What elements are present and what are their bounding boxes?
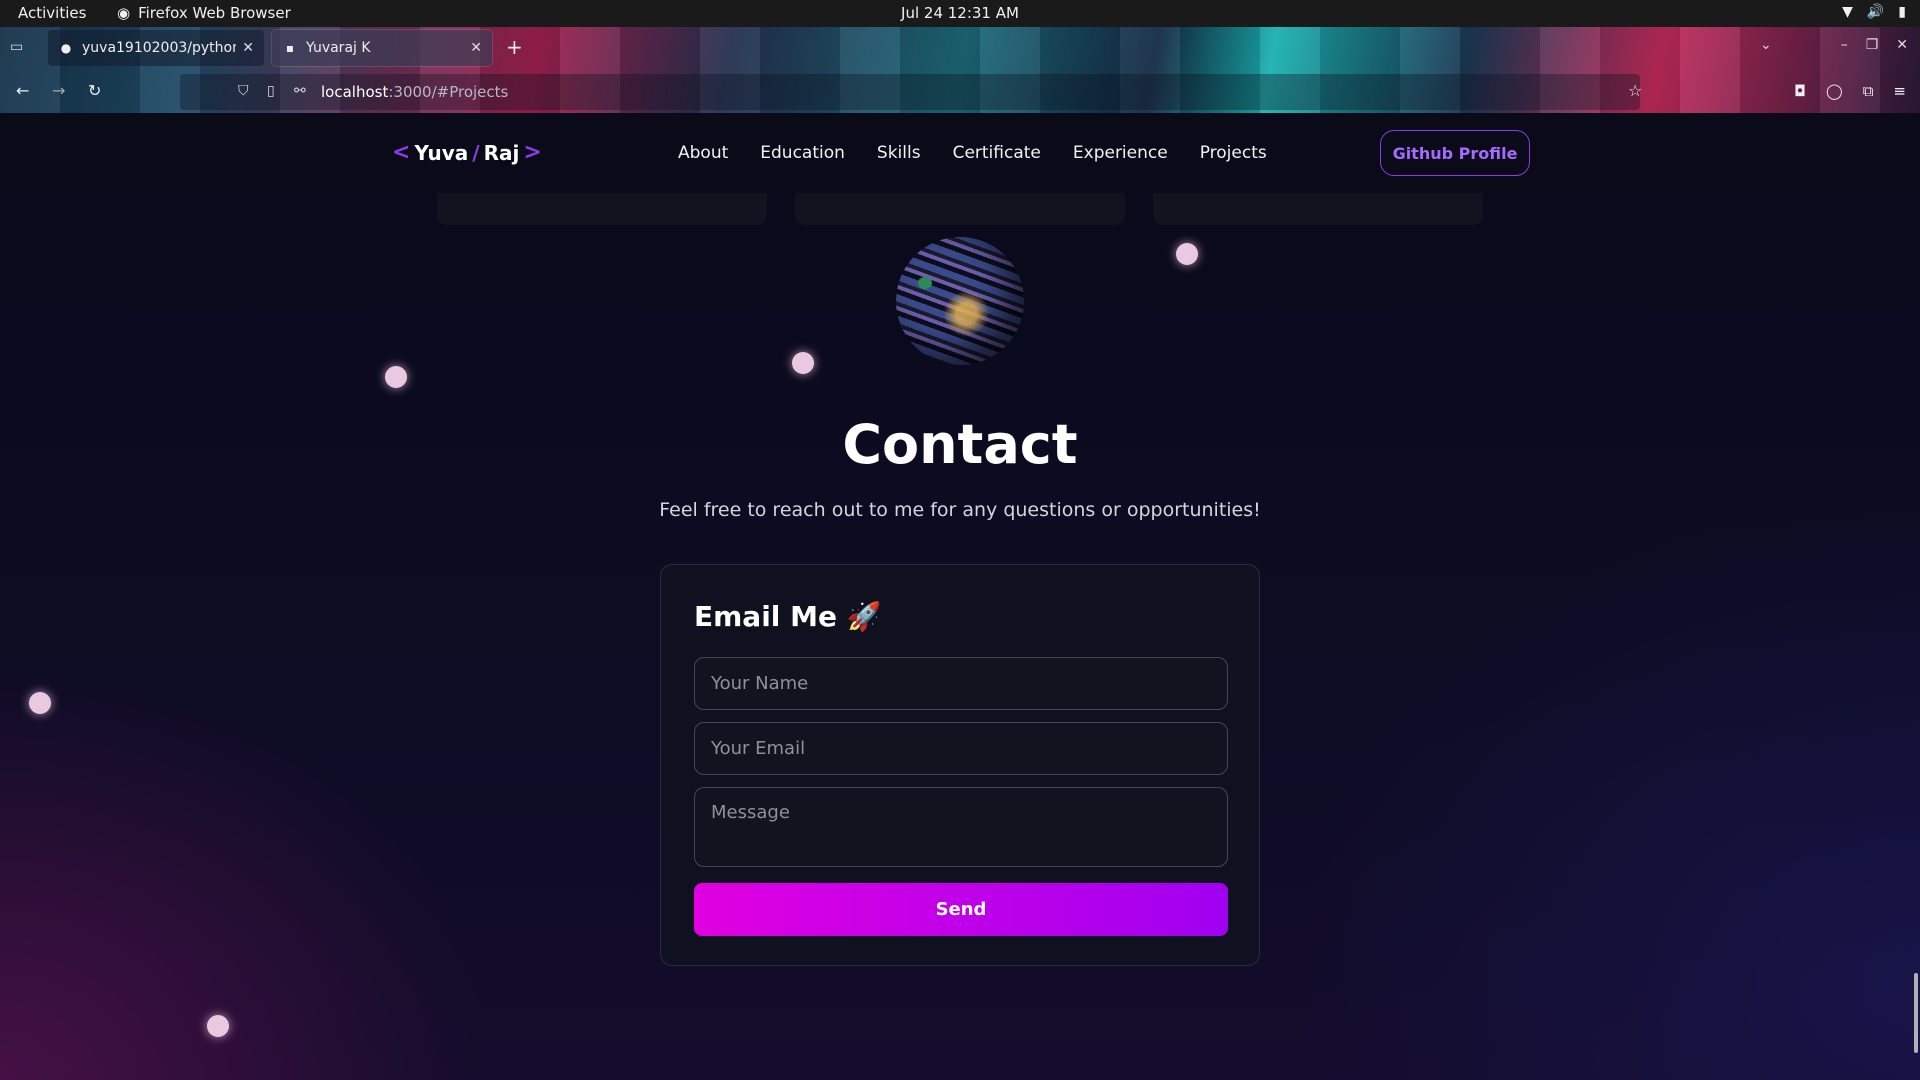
nav-link-certificate[interactable]: Certificate	[953, 143, 1041, 163]
menu-icon[interactable]: ≡	[1893, 82, 1906, 100]
extensions-icon[interactable]: ⧉	[1863, 82, 1874, 100]
nav-link-skills[interactable]: Skills	[877, 143, 921, 163]
new-tab-icon[interactable]: +	[506, 35, 523, 59]
firefox-icon: ◉	[117, 4, 131, 22]
close-icon[interactable]: ✕	[1896, 37, 1908, 53]
contact-heading: Contact	[842, 413, 1078, 476]
logo-slash: /	[472, 140, 480, 165]
logo-bracket-left: <	[392, 140, 411, 165]
page-icon[interactable]: ▯	[267, 83, 275, 99]
reload-icon[interactable]: ↻	[88, 81, 101, 100]
shield-icon[interactable]: ⛉	[238, 83, 249, 99]
floating-particle	[29, 692, 51, 714]
battery-icon: ▮	[1898, 4, 1906, 20]
tab-title: Yuvaraj K	[306, 40, 371, 56]
logo-name-second: Raj	[483, 140, 520, 165]
back-icon[interactable]: ←	[16, 81, 29, 100]
restore-icon[interactable]: ❐	[1866, 37, 1879, 53]
github-profile-button[interactable]: Github Profile	[1380, 130, 1530, 176]
close-tab-icon[interactable]: ✕	[470, 40, 482, 56]
web-page: < Yuva / Raj > About Education Skills Ce…	[0, 113, 1920, 1080]
floating-particle	[385, 366, 407, 388]
app-name: Firefox Web Browser	[138, 4, 291, 22]
project-card[interactable]	[1153, 193, 1483, 225]
email-input[interactable]	[694, 722, 1228, 775]
globe-image	[896, 237, 1024, 365]
project-card[interactable]	[795, 193, 1125, 225]
message-input[interactable]	[694, 787, 1228, 867]
app-menu[interactable]: ◉ Firefox Web Browser	[117, 4, 291, 22]
tab-strip: ▭ ● yuva19102003/python-d ✕ ▪ Yuvaraj K …	[0, 27, 1920, 71]
floating-particle	[792, 352, 814, 374]
chevron-down-icon[interactable]: ⌄	[1760, 37, 1772, 53]
name-input[interactable]	[694, 657, 1228, 710]
floating-particle	[207, 1015, 229, 1037]
email-form: Email Me 🚀 Send	[660, 564, 1260, 966]
site-navbar: < Yuva / Raj > About Education Skills Ce…	[0, 113, 1920, 193]
nav-link-about[interactable]: About	[678, 143, 728, 163]
form-title: Email Me 🚀	[694, 600, 882, 633]
site-logo[interactable]: < Yuva / Raj >	[392, 140, 542, 165]
toolbar-right: ◘ ◯ ⧉ ≡	[1794, 82, 1906, 100]
url-bar[interactable]: ⛉ ▯ ⚯ localhost:3000/#Projects	[180, 74, 1640, 110]
forward-icon[interactable]: →	[52, 81, 65, 100]
tab-title: yuva19102003/python-d	[82, 40, 236, 56]
tab-overview-icon[interactable]: ▭	[10, 39, 30, 57]
bookmark-star-icon[interactable]: ☆	[1628, 81, 1642, 100]
account-icon[interactable]: ◯	[1826, 82, 1843, 100]
activities-button[interactable]: Activities	[18, 4, 86, 22]
wifi-icon: ▼	[1842, 4, 1853, 20]
send-button[interactable]: Send	[694, 883, 1228, 936]
nav-link-projects[interactable]: Projects	[1200, 143, 1267, 163]
project-card[interactable]	[437, 193, 767, 225]
volume-icon: 🔊	[1866, 4, 1885, 20]
github-icon: ●	[60, 41, 72, 55]
permissions-icon[interactable]: ⚯	[294, 83, 306, 99]
logo-bracket-right: >	[523, 140, 542, 165]
url-text[interactable]: localhost:3000/#Projects	[321, 83, 508, 101]
floating-particle	[1176, 243, 1198, 265]
contact-subtitle: Feel free to reach out to me for any que…	[659, 499, 1261, 521]
system-top-bar: Activities ◉ Firefox Web Browser Jul 24 …	[0, 0, 1920, 27]
minimize-icon[interactable]: –	[1841, 37, 1848, 53]
logo-name-first: Yuva	[414, 140, 469, 165]
close-tab-icon[interactable]: ✕	[242, 40, 254, 56]
nav-link-education[interactable]: Education	[760, 143, 845, 163]
globe-detail	[918, 277, 932, 289]
site-favicon-icon: ▪	[285, 41, 295, 55]
tab-yuvaraj[interactable]: ▪ Yuvaraj K ✕	[272, 30, 492, 66]
nav-link-experience[interactable]: Experience	[1073, 143, 1168, 163]
system-tray[interactable]: ▼ 🔊 ▮	[1842, 4, 1906, 20]
browser-chrome: ▭ ● yuva19102003/python-d ✕ ▪ Yuvaraj K …	[0, 27, 1920, 113]
scrollbar-thumb[interactable]	[1914, 973, 1918, 1053]
window-controls: – ❐ ✕	[1841, 37, 1908, 53]
nav-toolbar: ← → ↻ ⛉ ▯ ⚯ localhost:3000/#Projects ☆ ◘…	[0, 71, 1920, 113]
pocket-icon[interactable]: ◘	[1794, 82, 1806, 100]
tab-github[interactable]: ● yuva19102003/python-d ✕	[48, 30, 264, 66]
site-menu: About Education Skills Certificate Exper…	[678, 143, 1267, 163]
